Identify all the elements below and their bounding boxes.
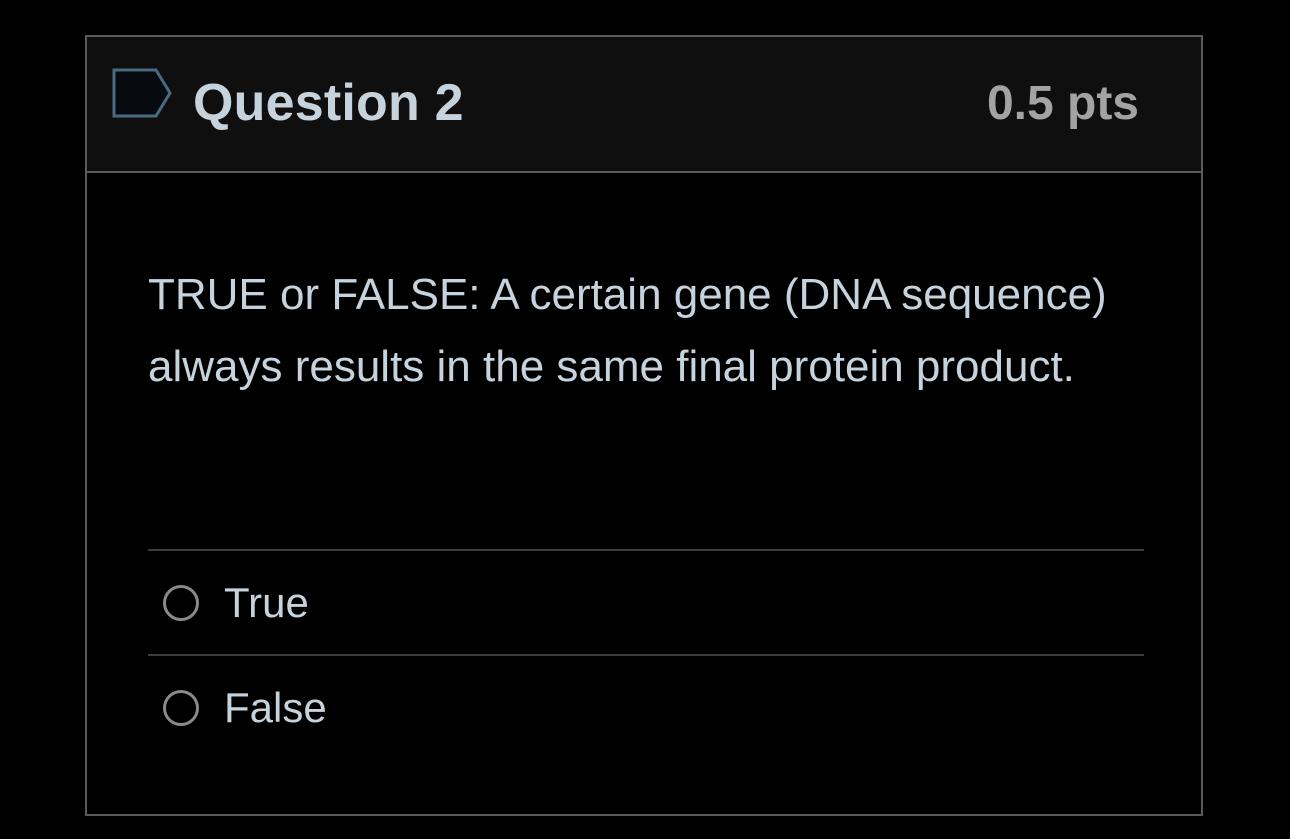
answer-label: True	[224, 579, 309, 626]
question-card: Question 2 0.5 pts TRUE or FALSE: A cert…	[85, 35, 1203, 816]
answer-label: False	[224, 684, 327, 731]
radio-button-true[interactable]	[163, 585, 199, 621]
answer-option-false[interactable]: False	[148, 654, 1144, 759]
question-title: Question 2	[193, 74, 464, 132]
answer-list: True False	[148, 549, 1144, 759]
radio-button-false[interactable]	[163, 690, 199, 726]
question-text: TRUE or FALSE: A certain gene (DNA seque…	[148, 270, 1107, 391]
question-header: Question 2 0.5 pts	[87, 37, 1201, 173]
answer-option-true[interactable]: True	[148, 549, 1144, 654]
question-points: 0.5 pts	[986, 77, 1139, 130]
flag-icon[interactable]	[112, 68, 174, 118]
